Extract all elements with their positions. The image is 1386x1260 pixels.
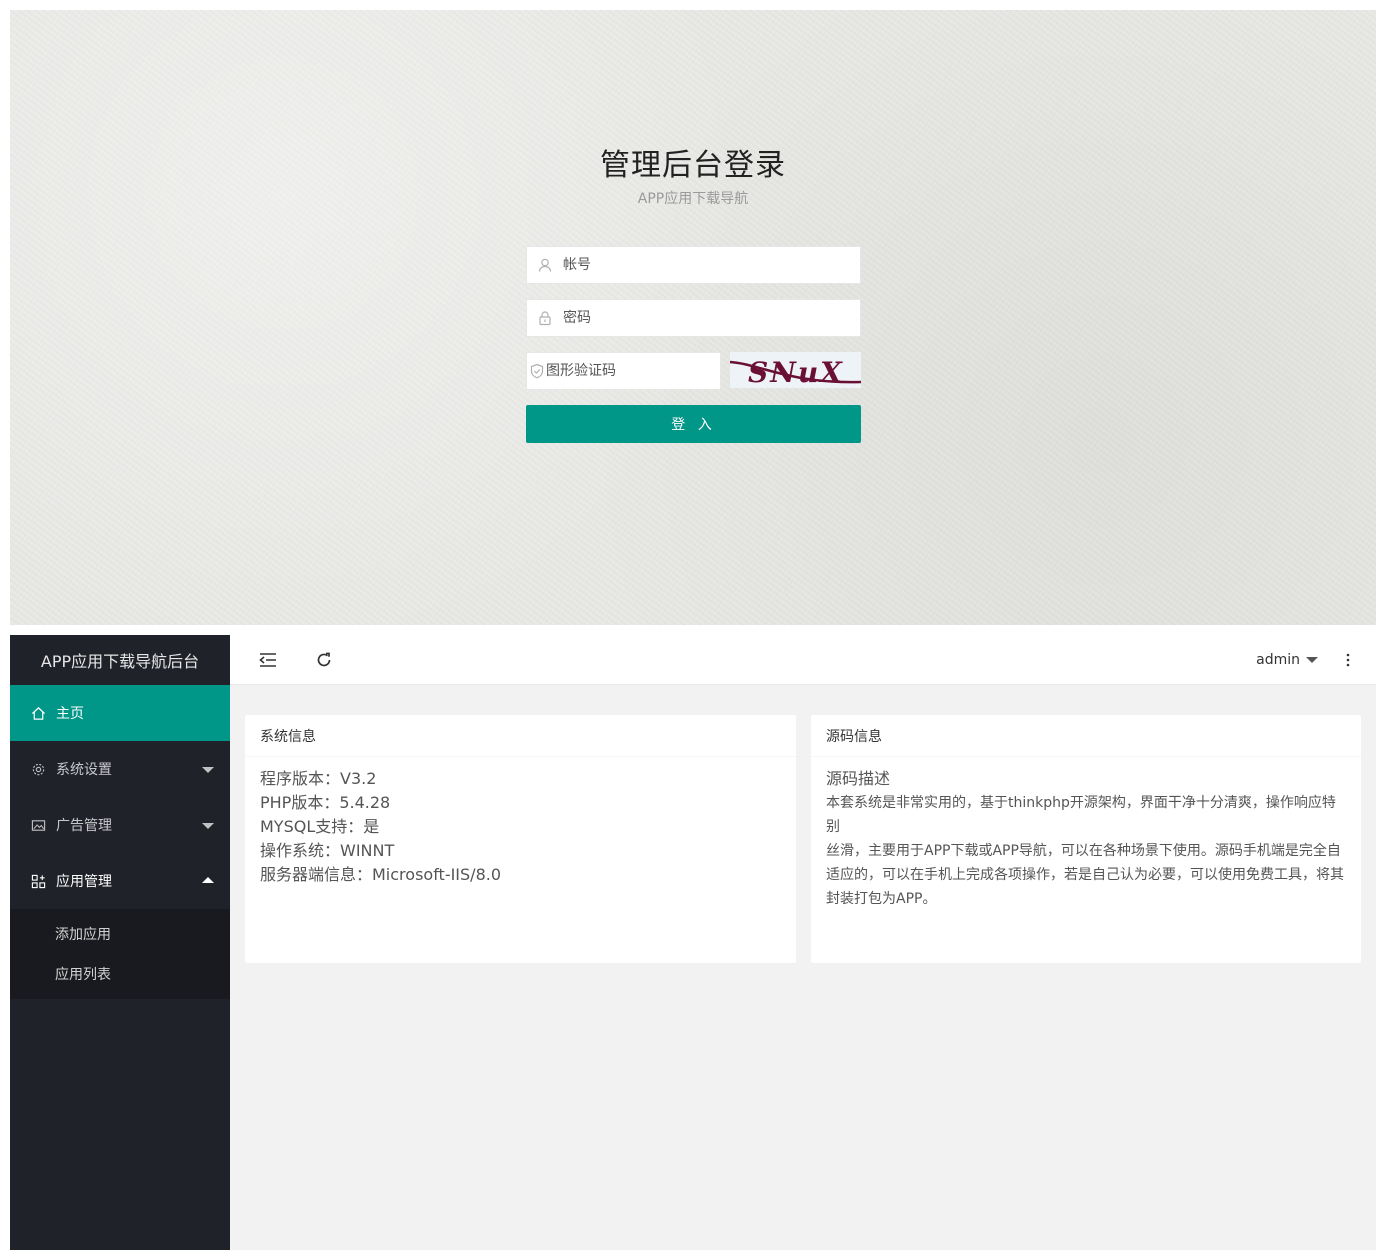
subnav-item-add-app[interactable]: 添加应用 bbox=[10, 914, 230, 954]
sidebar-item-settings[interactable]: 系统设置 bbox=[10, 741, 230, 797]
system-info-card: 系统信息 程序版本：V3.2 PHP版本：5.4.28 MYSQL支持：是 操作… bbox=[245, 715, 796, 963]
info-line: MYSQL支持：是 bbox=[260, 817, 380, 836]
menu-shrink-icon[interactable] bbox=[256, 648, 280, 672]
source-info-card: 源码信息 源码描述 本套系统是非常实用的，基于thinkphp开源架构，界面干净… bbox=[811, 715, 1361, 963]
more-vertical-icon[interactable] bbox=[1336, 648, 1360, 672]
chevron-down-icon bbox=[202, 767, 214, 773]
captcha-image[interactable]: SNuX bbox=[730, 352, 861, 388]
chevron-down-icon bbox=[1306, 657, 1318, 663]
card-title: 源码信息 bbox=[811, 715, 1361, 757]
top-header: admin bbox=[230, 635, 1376, 685]
gear-icon bbox=[30, 761, 46, 777]
password-input[interactable] bbox=[563, 300, 860, 336]
description-line: 封装打包为APP。 bbox=[826, 891, 937, 907]
login-title: 管理后台登录 bbox=[600, 148, 786, 183]
card-title: 系统信息 bbox=[245, 715, 796, 757]
info-line: PHP版本：5.4.28 bbox=[260, 793, 391, 812]
chevron-down-icon bbox=[202, 823, 214, 829]
refresh-icon[interactable] bbox=[312, 648, 336, 672]
description-line: 适应的，可以在手机上完成各项操作，若是自己认为必要，可以使用免费工具，将其 bbox=[826, 867, 1344, 883]
sidebar-item-apps[interactable]: 应用管理 bbox=[10, 853, 230, 909]
sidebar-item-home[interactable]: 主页 bbox=[10, 685, 230, 741]
username-input[interactable] bbox=[563, 247, 860, 283]
description-line: 本套系统是非常实用的，基于thinkphp开源架构，界面干净十分清爽，操作响应特… bbox=[826, 795, 1336, 835]
captcha-field[interactable] bbox=[526, 352, 721, 390]
sidebar-item-label: 应用管理 bbox=[56, 874, 112, 890]
chevron-up-icon bbox=[202, 877, 214, 883]
shield-icon bbox=[527, 353, 546, 389]
info-line: 操作系统：WINNT bbox=[260, 841, 395, 860]
lock-icon bbox=[527, 300, 563, 336]
captcha-input[interactable] bbox=[546, 353, 720, 389]
sidebar-item-ads[interactable]: 广告管理 bbox=[10, 797, 230, 853]
subnav-item-app-list[interactable]: 应用列表 bbox=[10, 954, 230, 994]
info-line: 程序版本：V3.2 bbox=[260, 769, 377, 788]
apps-icon bbox=[30, 873, 46, 889]
username-label: admin bbox=[1256, 652, 1300, 668]
login-panel: 管理后台登录 APP应用下载导航 SNuX 登 入 bbox=[10, 10, 1376, 625]
image-icon bbox=[30, 817, 46, 833]
username-field[interactable] bbox=[526, 246, 861, 284]
user-menu[interactable]: admin bbox=[1256, 635, 1318, 685]
captcha-text: SNuX bbox=[748, 356, 844, 388]
sidebar-item-label: 系统设置 bbox=[56, 762, 112, 778]
admin-panel: APP应用下载导航后台 主页 系统设置 广告管理 应用管理 添加应用 应用列表 … bbox=[10, 635, 1376, 1250]
sidebar: APP应用下载导航后台 主页 系统设置 广告管理 应用管理 添加应用 应用列表 bbox=[10, 635, 230, 1250]
user-icon bbox=[527, 247, 563, 283]
sidebar-item-label: 主页 bbox=[56, 706, 84, 722]
admin-logo[interactable]: APP应用下载导航后台 bbox=[10, 635, 230, 685]
password-field[interactable] bbox=[526, 299, 861, 337]
sidebar-item-label: 广告管理 bbox=[56, 818, 112, 834]
subnav-apps: 添加应用 应用列表 bbox=[10, 909, 230, 999]
description-line: 丝滑，主要用于APP下载或APP导航，可以在各种场景下使用。源码手机端是完全自 bbox=[826, 843, 1341, 859]
login-button[interactable]: 登 入 bbox=[526, 405, 861, 443]
home-icon bbox=[30, 705, 46, 721]
info-line: 服务器端信息：Microsoft-IIS/8.0 bbox=[260, 865, 502, 884]
login-subtitle: APP应用下载导航 bbox=[637, 191, 749, 207]
description-title: 源码描述 bbox=[826, 769, 891, 788]
